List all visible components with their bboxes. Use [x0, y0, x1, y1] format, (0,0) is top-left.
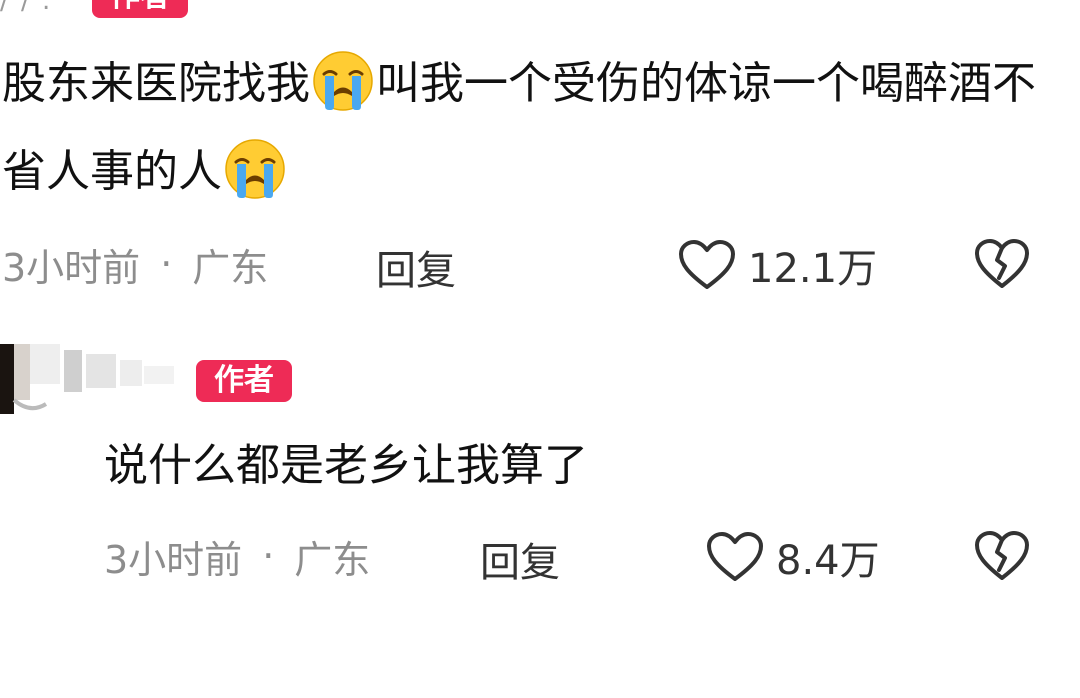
author-tag: 作者 — [196, 360, 292, 402]
comment-region: 广东 — [294, 537, 371, 582]
like-count: 8.4万 — [776, 538, 880, 584]
crying-face-emoji-icon — [312, 50, 374, 112]
dislike-button[interactable] — [974, 530, 1030, 586]
meta-separator: · — [262, 534, 275, 578]
comment-text: 股东来医院找我 叫我一个受伤的体谅一个喝醉酒不省人事的人 — [2, 40, 1072, 216]
like-button[interactable]: 8.4万 — [706, 528, 880, 586]
comment-thread: / / . 作者 股东来医院找我 叫我一个受伤的体谅一个喝醉酒不省人事的人 — [0, 0, 1080, 698]
comment-meta: 3小时前 · 广东 — [2, 236, 268, 292]
reply-text: 说什么都是老乡让我算了 — [104, 440, 588, 491]
reply-button[interactable]: 回复 — [376, 238, 456, 296]
crying-face-emoji-icon — [224, 138, 286, 200]
reply-button[interactable]: 回复 — [480, 530, 560, 588]
author-tag: 作者 — [92, 0, 188, 18]
like-button[interactable]: 12.1万 — [678, 236, 877, 294]
comment-meta: 3小时前 · 广东 — [104, 528, 370, 584]
comment-time: 3小时前 — [2, 245, 141, 290]
comment-text-part1: 股东来医院找我 — [2, 58, 310, 109]
username[interactable] — [64, 350, 174, 392]
comment-region: 广东 — [192, 245, 269, 290]
heart-outline-icon — [707, 532, 763, 581]
comment-time: 3小时前 — [104, 537, 243, 582]
heart-outline-icon — [679, 240, 735, 289]
like-count: 12.1万 — [748, 246, 878, 292]
avatar[interactable] — [0, 344, 60, 414]
dislike-button[interactable] — [974, 238, 1030, 294]
broken-heart-icon — [975, 531, 1029, 580]
broken-heart-icon — [975, 239, 1029, 288]
meta-separator: · — [160, 242, 173, 286]
cropped-username: / / . — [0, 0, 53, 16]
